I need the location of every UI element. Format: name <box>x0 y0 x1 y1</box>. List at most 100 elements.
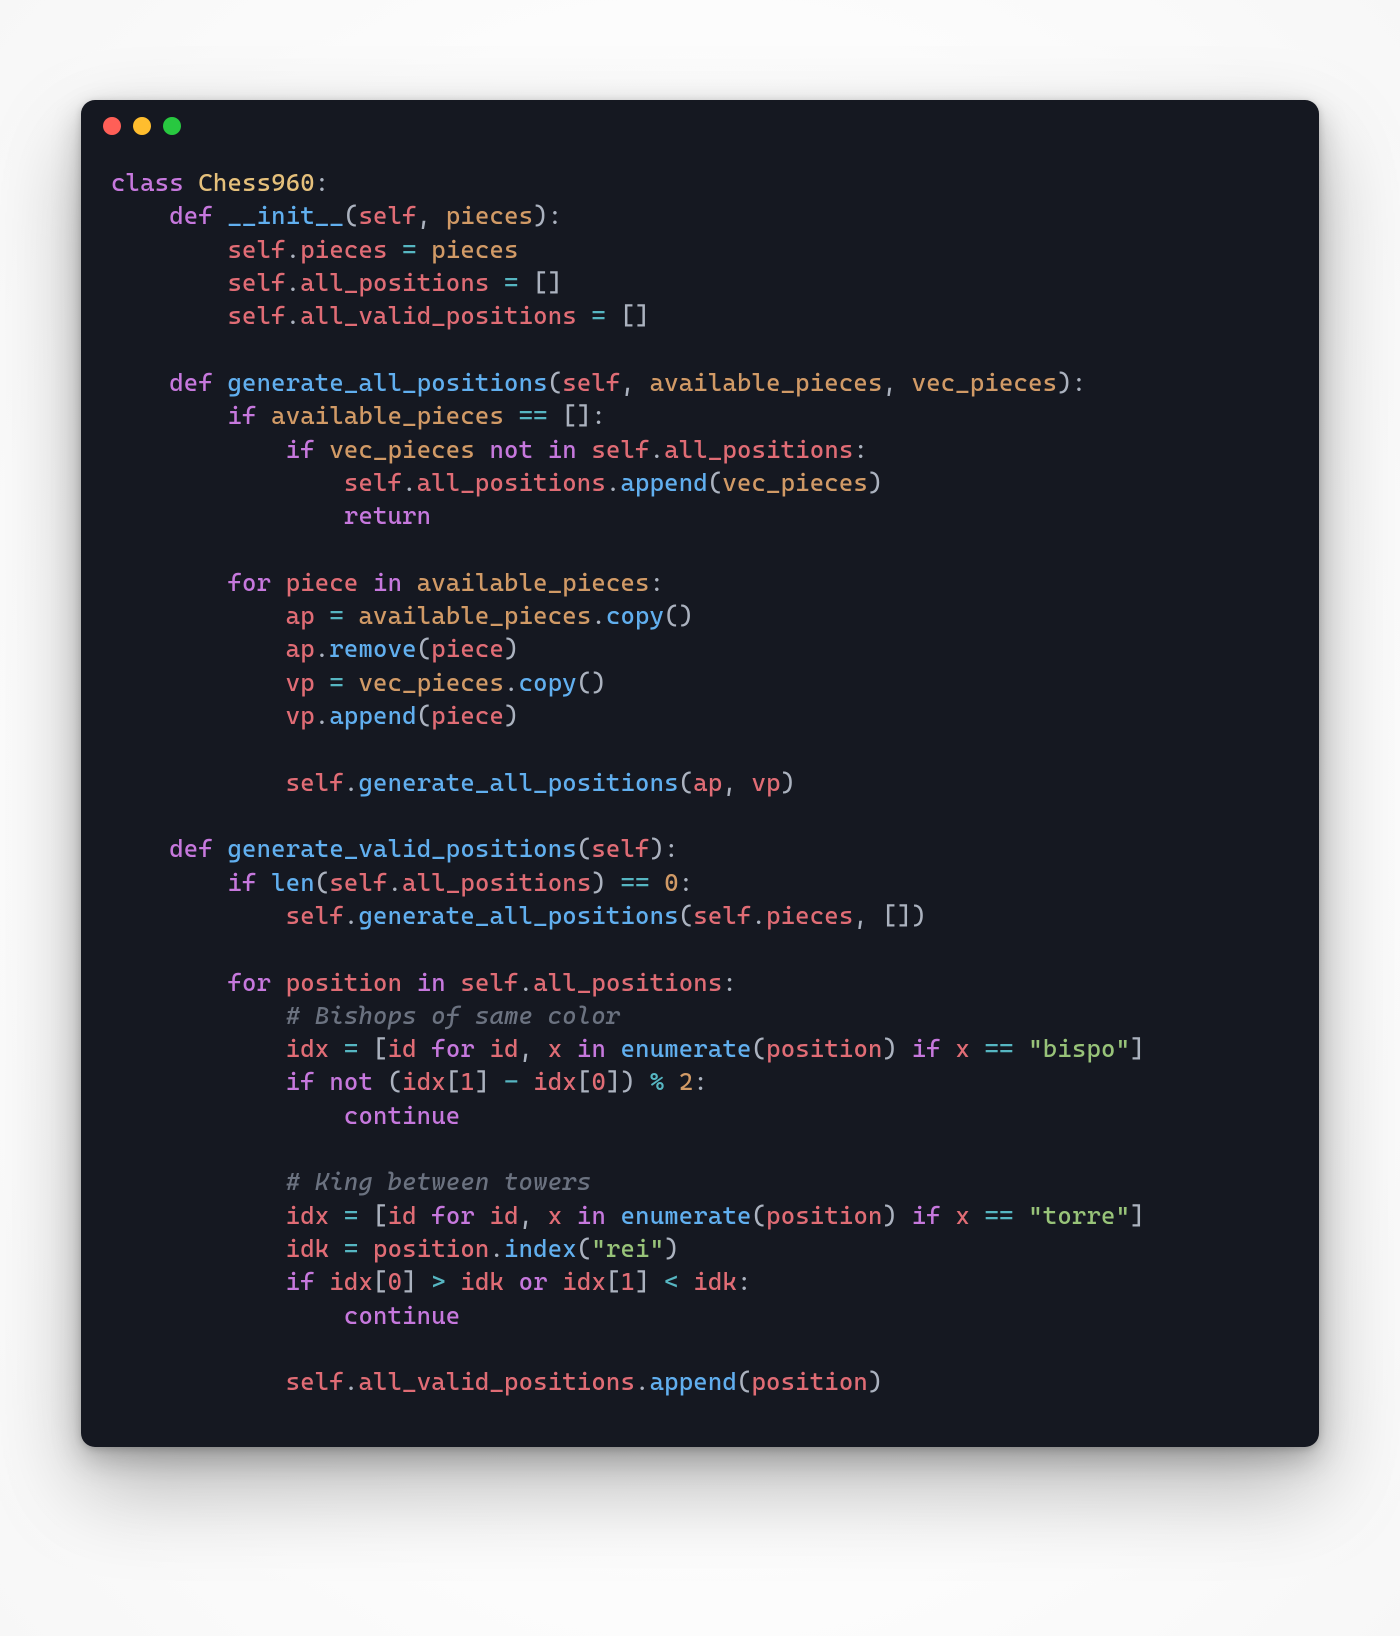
var-piece: piece <box>431 701 504 730</box>
num-one: 1 <box>621 1267 636 1296</box>
var-x: x <box>548 1034 563 1063</box>
attr-all-positions: all_positions <box>402 868 591 897</box>
str-bispo: "bispo" <box>1028 1034 1130 1063</box>
call-len: len <box>271 868 315 897</box>
keyword-def: def <box>169 368 213 397</box>
attr-all-positions: all_positions <box>664 435 853 464</box>
call-append: append <box>329 701 416 730</box>
keyword-if: if <box>227 401 256 430</box>
var-available-pieces: available_pieces <box>358 601 591 630</box>
var-idx: idx <box>402 1067 446 1096</box>
keyword-if: if <box>227 868 256 897</box>
var-position: position <box>766 1201 882 1230</box>
attr-all-positions: all_positions <box>533 968 722 997</box>
param-available-pieces: available_pieces <box>650 368 883 397</box>
keyword-not: not <box>489 435 533 464</box>
var-id: id <box>388 1034 417 1063</box>
var-idk: idk <box>460 1267 504 1296</box>
call-append: append <box>620 468 707 497</box>
attr-pieces: pieces <box>300 235 387 264</box>
call-append: append <box>650 1367 737 1396</box>
keyword-continue: continue <box>344 1301 460 1330</box>
var-vec-pieces: vec_pieces <box>358 668 504 697</box>
self-ref: self <box>227 235 285 264</box>
comment-king: # King between towers <box>286 1167 592 1196</box>
keyword-def: def <box>169 834 213 863</box>
call-gen-all: generate_all_positions <box>358 768 678 797</box>
window-titlebar <box>81 100 1319 152</box>
var-ap: ap <box>286 634 315 663</box>
var-ap: ap <box>286 601 315 630</box>
keyword-if: if <box>912 1034 941 1063</box>
var-idk: idk <box>286 1234 330 1263</box>
attr-all-valid-positions: all_valid_positions <box>358 1367 635 1396</box>
self-ref: self <box>329 868 387 897</box>
var-vp: vp <box>286 668 315 697</box>
keyword-if: if <box>286 1067 315 1096</box>
minimize-icon[interactable] <box>133 117 151 135</box>
var-position: position <box>766 1034 882 1063</box>
method-gen-valid: generate_valid_positions <box>227 834 576 863</box>
keyword-for: for <box>431 1201 475 1230</box>
var-position: position <box>752 1367 868 1396</box>
keyword-for: for <box>227 568 271 597</box>
keyword-if: if <box>286 435 315 464</box>
self-ref: self <box>286 768 344 797</box>
var-vp: vp <box>286 701 315 730</box>
method-gen-all: generate_all_positions <box>227 368 547 397</box>
num-zero: 0 <box>664 868 679 897</box>
keyword-return: return <box>344 501 431 530</box>
call-enumerate: enumerate <box>621 1034 752 1063</box>
method-init: __init__ <box>227 201 343 230</box>
call-gen-all: generate_all_positions <box>358 901 678 930</box>
call-copy: copy <box>519 668 577 697</box>
str-rei: "rei" <box>591 1234 664 1263</box>
self-ref: self <box>227 301 285 330</box>
var-id: id <box>490 1034 519 1063</box>
self-ref: self <box>344 468 402 497</box>
keyword-for: for <box>431 1034 475 1063</box>
call-copy: copy <box>606 601 664 630</box>
var-vec-pieces: vec_pieces <box>329 435 475 464</box>
self-param: self <box>591 834 649 863</box>
num-two: 2 <box>679 1067 694 1096</box>
keyword-in: in <box>577 1201 606 1230</box>
keyword-in: in <box>417 968 446 997</box>
var-piece: piece <box>286 568 359 597</box>
var-position: position <box>373 1234 489 1263</box>
var-idx: idx <box>286 1034 330 1063</box>
call-index: index <box>504 1234 577 1263</box>
var-available-pieces: available_pieces <box>417 568 650 597</box>
var-position: position <box>286 968 402 997</box>
keyword-in: in <box>548 435 577 464</box>
source-code[interactable]: class Chess960: def __init__(self, piece… <box>111 166 1289 1399</box>
var-idk: idk <box>693 1267 737 1296</box>
keyword-class: class <box>111 168 184 197</box>
var-x: x <box>548 1201 563 1230</box>
var-vec-pieces: vec_pieces <box>722 468 868 497</box>
var-idx: idx <box>533 1067 577 1096</box>
var-id: id <box>388 1201 417 1230</box>
self-param: self <box>562 368 620 397</box>
var-x: x <box>955 1201 970 1230</box>
code-area: class Chess960: def __init__(self, piece… <box>81 152 1319 1447</box>
keyword-continue: continue <box>344 1101 460 1130</box>
stage: class Chess960: def __init__(self, piece… <box>0 0 1400 1636</box>
num-zero: 0 <box>388 1267 403 1296</box>
self-ref: self <box>227 268 285 297</box>
num-one: 1 <box>460 1067 475 1096</box>
attr-pieces: pieces <box>766 901 853 930</box>
keyword-if: if <box>286 1267 315 1296</box>
keyword-in: in <box>577 1034 606 1063</box>
var-piece: piece <box>431 634 504 663</box>
self-param: self <box>358 201 416 230</box>
str-torre: "torre" <box>1028 1201 1130 1230</box>
var-vp: vp <box>752 768 781 797</box>
var-x: x <box>955 1034 970 1063</box>
keyword-for: for <box>227 968 271 997</box>
var-pieces: pieces <box>431 235 518 264</box>
attr-all-positions: all_positions <box>300 268 489 297</box>
keyword-def: def <box>169 201 213 230</box>
zoom-icon[interactable] <box>163 117 181 135</box>
close-icon[interactable] <box>103 117 121 135</box>
